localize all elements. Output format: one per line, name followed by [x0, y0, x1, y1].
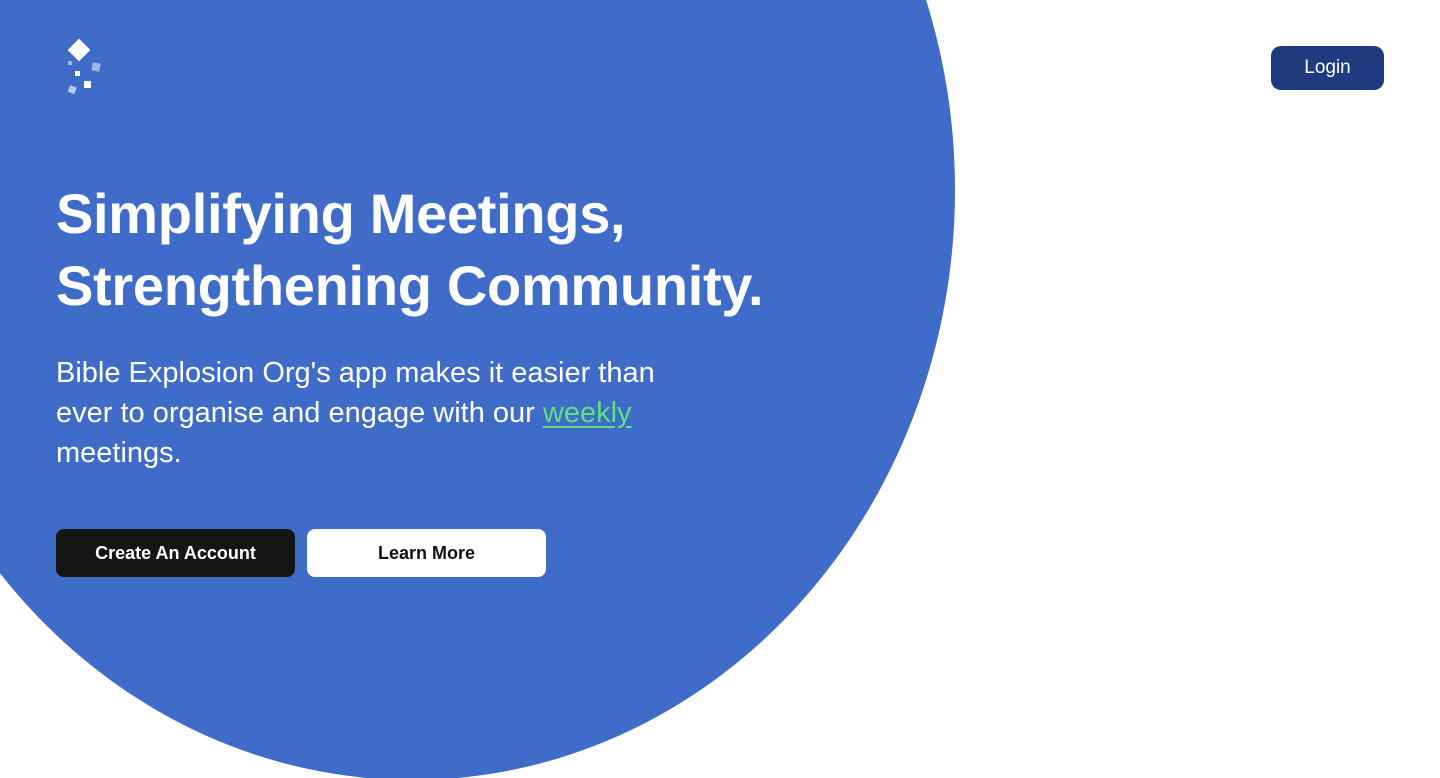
- create-account-button[interactable]: Create An Account: [56, 529, 295, 577]
- logo-graphic: [67, 38, 101, 95]
- sparkle-diamond-logo-icon[interactable]: [62, 38, 108, 100]
- headline-line-1: Simplifying Meetings,: [56, 182, 626, 245]
- hero-subtext: Bible Explosion Org's app makes it easie…: [56, 353, 716, 473]
- login-button[interactable]: Login: [1271, 46, 1384, 90]
- headline-line-2: Strengthening Community.: [56, 254, 764, 317]
- learn-more-button[interactable]: Learn More: [307, 529, 546, 577]
- landing-page: Login Simplifying Meetings, Strengthenin…: [0, 0, 1440, 778]
- weekly-link[interactable]: weekly: [543, 397, 632, 429]
- subtext-after-link: meetings.: [56, 437, 182, 469]
- hero-headline: Simplifying Meetings, Strengthening Comm…: [56, 178, 876, 322]
